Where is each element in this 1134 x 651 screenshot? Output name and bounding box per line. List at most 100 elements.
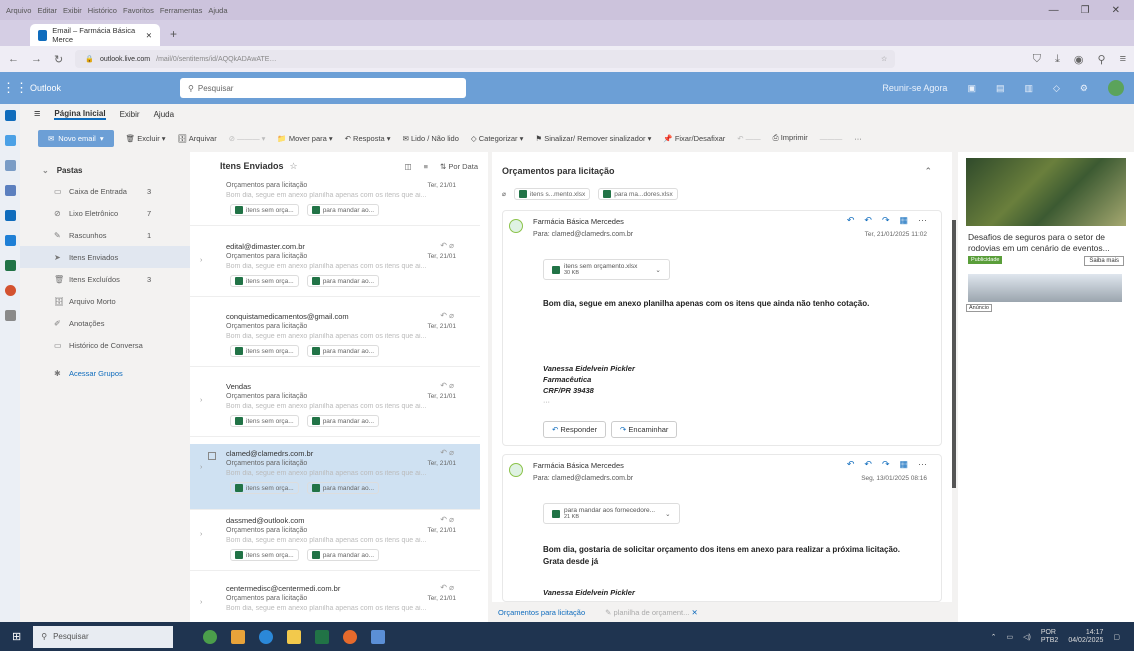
reply-icon[interactable]: ↶ bbox=[847, 459, 855, 470]
grid-icon[interactable]: ▦ bbox=[899, 215, 908, 226]
attachment-chip[interactable]: para mandar ao... bbox=[306, 345, 379, 357]
clock[interactable]: 14:17 04/02/2025 bbox=[1068, 629, 1103, 645]
search-input[interactable]: ⚲ Pesquisar bbox=[180, 78, 466, 98]
flag-button[interactable]: ⚑ Sinalizar/ Remover sinalizador ▾ bbox=[535, 134, 651, 143]
more-apps-icon[interactable] bbox=[4, 310, 16, 321]
reply-all-icon[interactable]: ↶ bbox=[864, 459, 872, 470]
email-attachment[interactable]: itens sem orçamento.xlsx 30 KB ⌄ bbox=[543, 259, 670, 280]
menu-arquivo[interactable]: Arquivo bbox=[6, 6, 31, 15]
forward-button[interactable]: ↷ Encaminhar bbox=[611, 421, 678, 438]
list-item[interactable]: conquistamedicamentos@gmail.com ↶ ⌀ Orça… bbox=[190, 307, 480, 367]
weather-icon[interactable] bbox=[203, 629, 218, 644]
reload-icon[interactable]: ↻ bbox=[54, 53, 63, 66]
calendar-app-icon[interactable] bbox=[4, 135, 16, 146]
notification-center-icon[interactable]: ▢ bbox=[1113, 633, 1120, 641]
tab-ajuda[interactable]: Ajuda bbox=[154, 110, 174, 119]
file-explorer-icon[interactable] bbox=[287, 629, 302, 644]
reply-button[interactable]: ↶ Responder bbox=[543, 421, 607, 438]
minimize-icon[interactable]: — bbox=[1049, 5, 1059, 16]
menu-ferramentas[interactable]: Ferramentas bbox=[160, 6, 203, 15]
groups-link[interactable]: ✱ Acessar Grupos bbox=[20, 362, 190, 384]
bookmark-star-icon[interactable]: ☆ bbox=[881, 55, 895, 63]
scrollbar[interactable] bbox=[952, 220, 956, 488]
attachment-chip[interactable]: para mandar ao... bbox=[306, 415, 379, 427]
mail-icon[interactable] bbox=[4, 110, 16, 121]
attachment-chip[interactable]: itens sem orça... bbox=[230, 345, 299, 357]
list-item-selected[interactable]: › clamed@clamedrs.com.br ↶ ⌀ Orçamentos … bbox=[190, 444, 480, 510]
tab-exibir[interactable]: Exibir bbox=[120, 110, 140, 119]
select-checkbox[interactable] bbox=[208, 452, 216, 460]
excel-taskbar-icon[interactable] bbox=[315, 629, 330, 644]
extensions-icon[interactable]: ⚲ bbox=[1098, 53, 1106, 66]
immersive-reader-button[interactable]: ——— bbox=[820, 134, 843, 143]
outlook-taskbar-icon[interactable] bbox=[371, 629, 386, 644]
chevron-right-icon[interactable]: › bbox=[200, 464, 202, 471]
reply-button[interactable]: ↶ Resposta ▾ bbox=[345, 134, 391, 143]
people-icon[interactable] bbox=[4, 160, 16, 171]
windows-start-icon[interactable]: ⊞ bbox=[12, 630, 21, 643]
attachment-chip[interactable]: itens s...mento.xlsx bbox=[513, 188, 591, 200]
chevron-down-icon[interactable]: ⌄ bbox=[655, 266, 660, 274]
chevron-down-icon[interactable]: ⌄ bbox=[665, 510, 670, 518]
grid-icon[interactable]: ▦ bbox=[899, 459, 908, 470]
list-item[interactable]: › dassmed@outlook.com ↶ ⌀ Orçamentos par… bbox=[190, 511, 480, 571]
close-icon[interactable]: ✕ bbox=[692, 608, 698, 617]
footer-tab-conversation[interactable]: Orçamentos para licitação bbox=[498, 608, 585, 617]
forward-icon[interactable]: → bbox=[31, 53, 42, 65]
list-item[interactable]: Orçamentos para licitação Ter, 21/01 Bom… bbox=[190, 166, 480, 226]
attachment-chip[interactable]: para mandar ao... bbox=[306, 549, 379, 561]
excel-icon[interactable] bbox=[4, 260, 16, 271]
chevron-right-icon[interactable]: › bbox=[200, 257, 202, 264]
report-button[interactable]: ⊘ ——— ▾ bbox=[229, 134, 266, 143]
attachment-chip[interactable]: para ma...dores.xlsx bbox=[598, 188, 678, 200]
firefox-icon[interactable] bbox=[343, 629, 358, 644]
folder-lixo-eletronico[interactable]: ⊘ Lixo Eletrônico 7 bbox=[20, 202, 190, 224]
menu-ajuda[interactable]: Ajuda bbox=[208, 6, 227, 15]
ad-more-button[interactable]: Saiba mais bbox=[1084, 256, 1124, 266]
menu-favoritos[interactable]: Favoritos bbox=[123, 6, 154, 15]
chevron-right-icon[interactable]: › bbox=[200, 531, 202, 538]
list-item[interactable]: › Vendas ↶ ⌀ Orçamentos para licitação T… bbox=[190, 377, 480, 437]
attachment-chip[interactable]: para mandar ao... bbox=[306, 275, 379, 287]
meet-now-button[interactable]: Reunir-se Agora bbox=[882, 83, 947, 93]
new-tab-icon[interactable]: + bbox=[170, 27, 177, 41]
categorize-button[interactable]: ◇ Categorizar ▾ bbox=[471, 134, 524, 143]
folders-header[interactable]: ⌄ Pastas bbox=[20, 160, 190, 180]
list-item[interactable]: › edital@dimaster.com.br ↶ ⌀ Orçamentos … bbox=[190, 237, 480, 297]
hamburger-icon[interactable]: ≡ bbox=[34, 108, 40, 120]
collapse-icon[interactable]: ⌃ bbox=[924, 166, 952, 177]
show-more-button[interactable]: ··· bbox=[543, 399, 550, 406]
attachment-chip[interactable]: itens sem orça... bbox=[230, 204, 299, 216]
reply-all-icon[interactable]: ↶ bbox=[864, 215, 872, 226]
taskbar-search[interactable]: ⚲ Pesquisar bbox=[33, 625, 174, 648]
maximize-icon[interactable]: ❐ bbox=[1081, 5, 1090, 16]
menu-editar[interactable]: Editar bbox=[37, 6, 57, 15]
teams-icon[interactable]: ▣ bbox=[967, 83, 976, 94]
print-button[interactable]: ⎙ Imprimir bbox=[773, 133, 808, 143]
delete-button[interactable]: 🗑 Excluir ▾ bbox=[126, 134, 166, 143]
office-icon[interactable]: ▤ bbox=[996, 83, 1005, 94]
attachment-chip[interactable]: itens sem orça... bbox=[230, 482, 299, 494]
more-button[interactable]: ··· bbox=[854, 134, 862, 143]
attachment-chip[interactable]: para mandar ao... bbox=[306, 204, 379, 216]
close-tab-icon[interactable]: ✕ bbox=[146, 31, 152, 40]
menu-historico[interactable]: Histórico bbox=[88, 6, 117, 15]
volume-icon[interactable]: ◁) bbox=[1023, 633, 1031, 641]
menu-exibir[interactable]: Exibir bbox=[63, 6, 82, 15]
calendar-icon[interactable]: ▥ bbox=[1024, 83, 1033, 94]
folder-caixa-de-entrada[interactable]: ▭ Caixa de Entrada 3 bbox=[20, 180, 190, 202]
browser-tab[interactable]: Email – Farmácia Básica Merce ✕ bbox=[30, 24, 160, 46]
language-indicator[interactable]: POR PTB2 bbox=[1041, 629, 1059, 645]
reply-icon[interactable]: ↶ bbox=[847, 215, 855, 226]
app-launcher-icon[interactable]: ⋮⋮ bbox=[0, 80, 30, 96]
folder-arquivo-morto[interactable]: 🗄 Arquivo Morto bbox=[20, 290, 190, 312]
ad-image-secondary[interactable] bbox=[968, 274, 1122, 302]
pin-button[interactable]: 📌 Fixar/Desafixar bbox=[663, 134, 725, 143]
forward-icon[interactable]: ↷ bbox=[882, 459, 890, 470]
folder-historico-de-conversa[interactable]: ▭ Histórico de Conversa bbox=[20, 334, 190, 356]
download-icon[interactable]: ⤓ bbox=[1055, 53, 1060, 66]
footer-tab-draft[interactable]: ✎ planilha de orçament... ✕ bbox=[605, 608, 698, 617]
list-item[interactable]: › centermedisc@centermedi.com.br ↶ ⌀ Orç… bbox=[190, 579, 480, 622]
groups-icon[interactable] bbox=[4, 185, 16, 196]
email-attachment[interactable]: para mandar aos fornecedore... 21 KB ⌄ bbox=[543, 503, 680, 524]
